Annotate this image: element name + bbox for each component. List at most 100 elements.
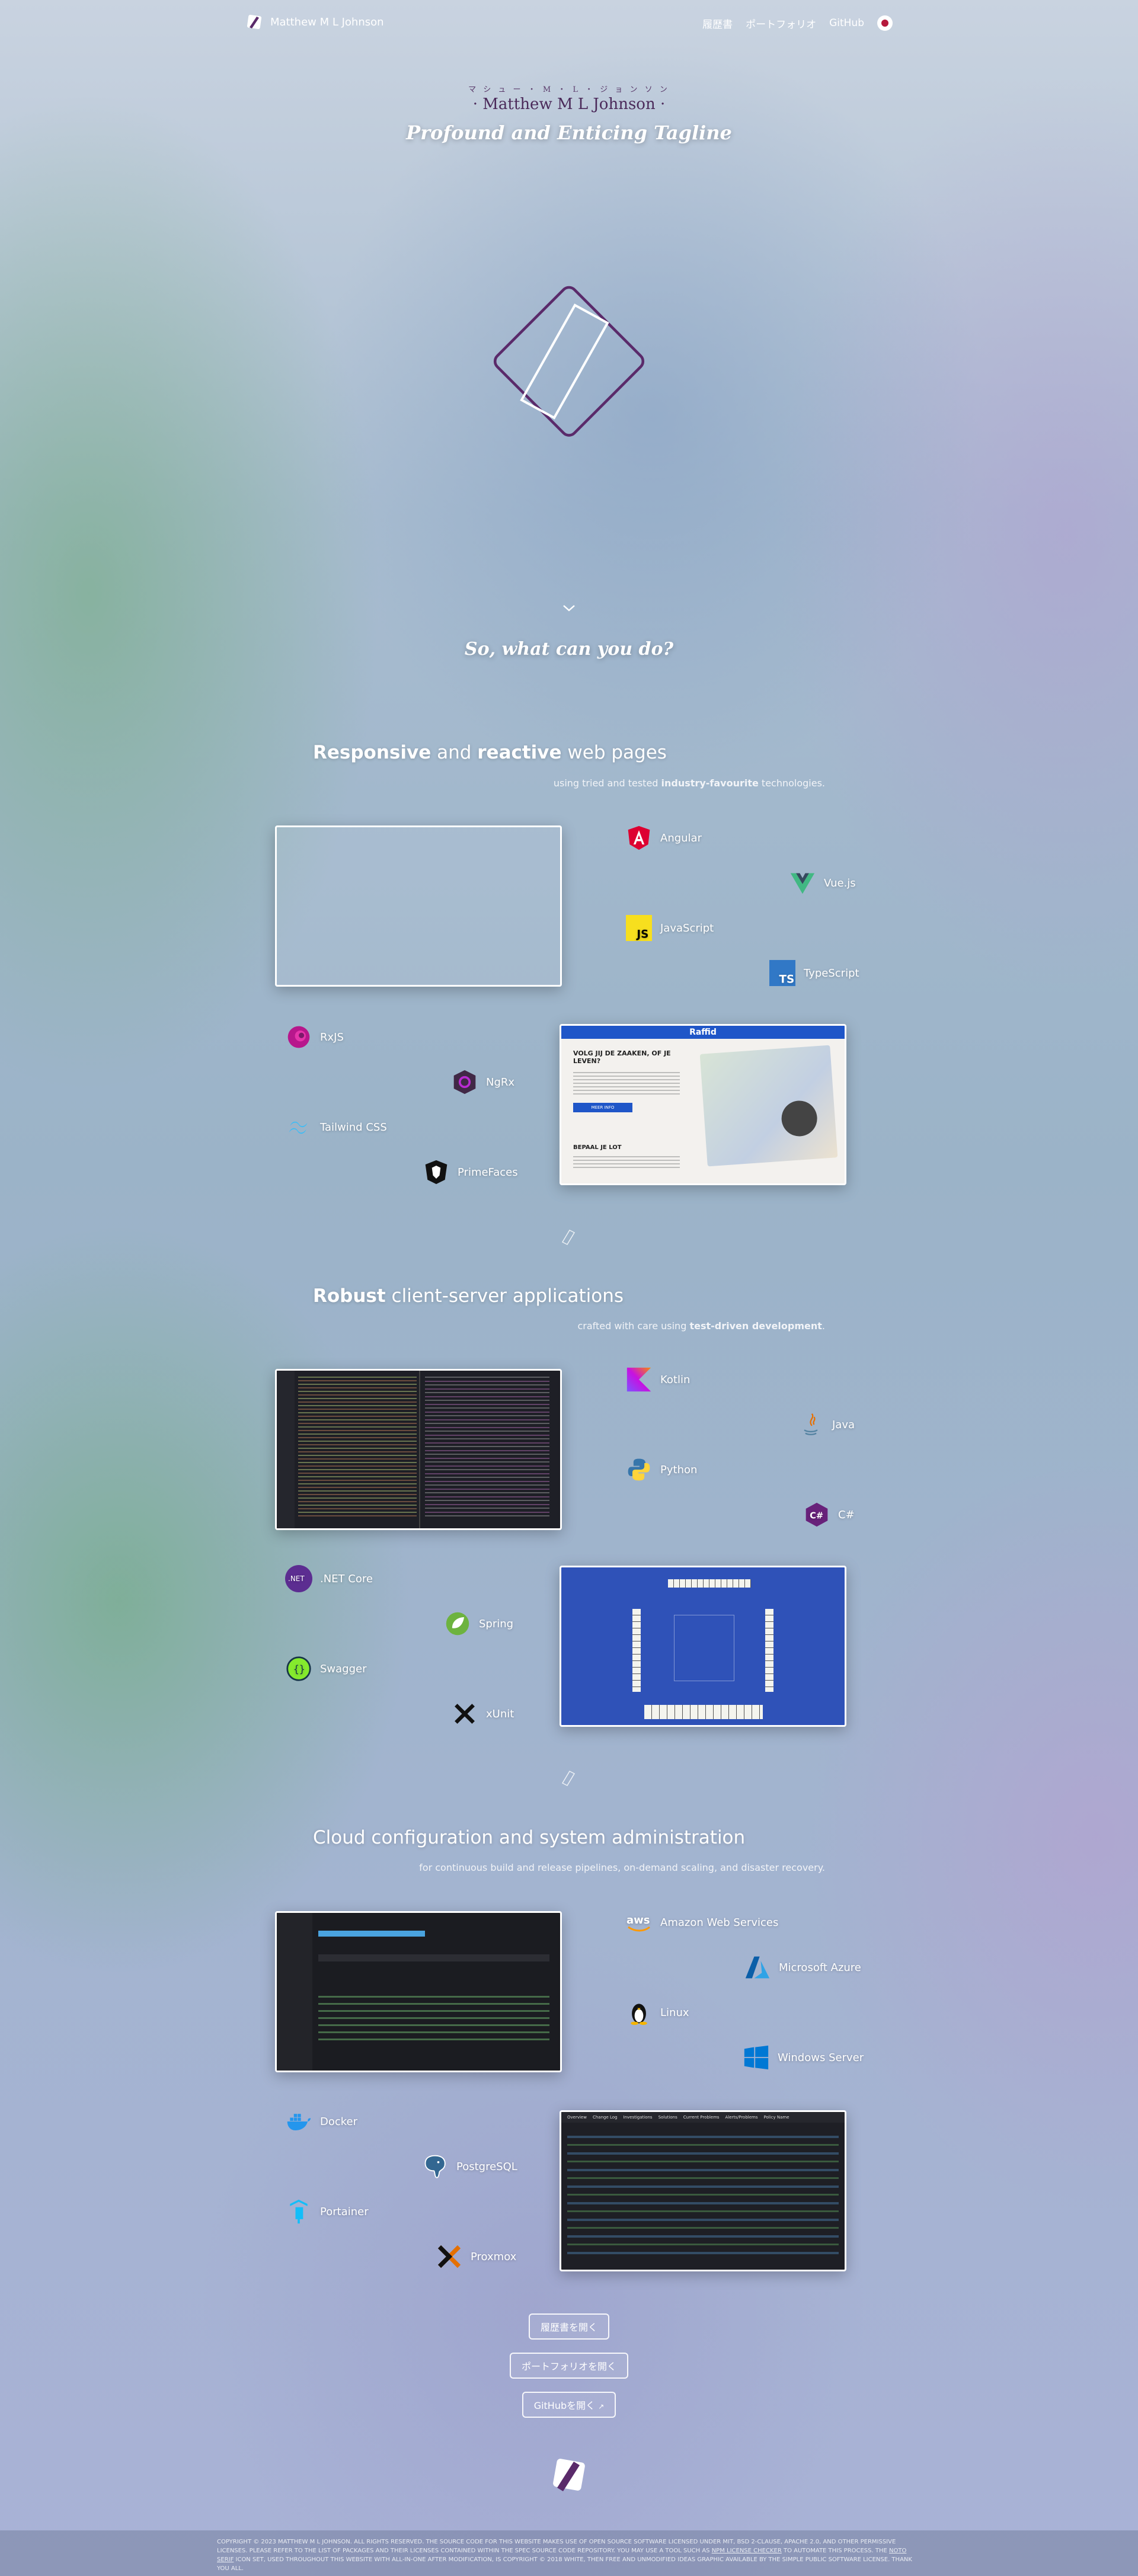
angular-icon: [625, 824, 653, 852]
primefaces-icon: [422, 1158, 450, 1186]
raffid-screenshot[interactable]: Raffid VOLG JIJ DE ZAAKEN, OF JE LEVEN? …: [560, 1024, 846, 1185]
code-editor-screenshot[interactable]: [275, 1369, 562, 1530]
raffid-cta-button[interactable]: MEER INFO: [573, 1103, 632, 1112]
linux-tux-icon: [625, 1998, 653, 2027]
cloud-dashboard-screenshot[interactable]: [275, 1911, 562, 2072]
section-question: So, what can you do?: [464, 639, 674, 660]
tech-aws: aws Amazon Web Services: [625, 1908, 778, 1937]
raffid-heading-2: BEPAAL JE LOT: [573, 1144, 622, 1151]
screenshot-placeholder[interactable]: [275, 825, 562, 987]
tailwind-icon: [284, 1113, 313, 1141]
hero: マ シ ュ ー ・ M ・ L ・ ジ ョ ン ソ ン · Matthew M …: [0, 83, 1138, 144]
nav-link-github[interactable]: GitHub: [829, 17, 864, 29]
hero-logo-icon: [493, 286, 645, 437]
divider-logo-icon: [561, 1230, 576, 1245]
tech-windows-server: Windows Server: [742, 2043, 864, 2072]
portainer-icon: [284, 2197, 313, 2226]
tech-xunit: xUnit: [450, 1700, 514, 1728]
python-icon: [625, 1455, 653, 1484]
license-checker-link[interactable]: NPM LICENSE CHECKER: [712, 2548, 782, 2554]
tech-dotnet-core: .NET .NET Core: [284, 1564, 373, 1593]
section-title-web: Responsive and reactive web pages: [313, 742, 667, 763]
mahjong-screenshot[interactable]: [560, 1566, 846, 1727]
typescript-icon: TS: [768, 959, 797, 987]
svg-text:C#: C#: [810, 1511, 823, 1521]
tech-ngrx: NgRx: [450, 1068, 514, 1096]
tech-rxjs: RxJS: [284, 1023, 344, 1051]
raffid-passport-image: [699, 1045, 838, 1167]
xunit-icon: [450, 1700, 479, 1728]
dotnet-icon: .NET: [284, 1564, 313, 1593]
svg-text:{}: {}: [293, 1663, 305, 1675]
tech-primefaces: PrimeFaces: [422, 1158, 518, 1186]
raffid-logo: Raffid: [561, 1026, 845, 1039]
swagger-icon: {}: [284, 1655, 313, 1683]
brand-name: Matthew M L Johnson: [270, 15, 384, 28]
svg-text:aws: aws: [626, 1914, 650, 1927]
javascript-icon: JS: [625, 914, 653, 942]
csharp-icon: C#: [803, 1500, 831, 1529]
svg-text:.NET: .NET: [288, 1575, 305, 1583]
open-github-button[interactable]: GitHubを開く ↗: [522, 2392, 616, 2418]
tech-proxmox: Proxmox: [435, 2242, 516, 2271]
vue-icon: [788, 869, 817, 897]
open-portfolio-button-wrap: ポートフォリオを開く: [0, 2353, 1138, 2379]
tech-postgresql: PostgreSQL: [421, 2152, 517, 2181]
raffid-heading: VOLG JIJ DE ZAAKEN, OF JE LEVEN?: [573, 1049, 671, 1065]
tech-javascript: JS JavaScript: [625, 914, 714, 942]
tech-azure: Microsoft Azure: [743, 1953, 861, 1982]
tech-kotlin: Kotlin: [625, 1365, 690, 1394]
external-link-icon: ↗: [598, 2402, 605, 2411]
open-resume-button[interactable]: 履歴書を開く: [528, 2313, 609, 2340]
open-resume-button-wrap: 履歴書を開く: [0, 2313, 1138, 2340]
tech-python: Python: [625, 1455, 697, 1484]
open-github-button-wrap: GitHubを開く ↗: [0, 2392, 1138, 2418]
section-subtitle-cloud: for continuous build and release pipelin…: [419, 1862, 825, 1873]
ngrx-icon: [450, 1068, 479, 1096]
docker-icon: [284, 2107, 313, 2136]
section-subtitle-web: using tried and tested industry-favourit…: [553, 777, 825, 789]
tech-tailwind: Tailwind CSS: [284, 1113, 387, 1141]
nav-link-resume[interactable]: 履歴書: [702, 16, 733, 31]
rxjs-icon: [284, 1023, 313, 1051]
spring-icon: [443, 1609, 472, 1638]
svg-text:TS: TS: [779, 974, 795, 986]
footer-copyright: COPYRIGHT © 2023 MATTHEW M L JOHNSON. AL…: [217, 2539, 912, 2572]
tech-spring: Spring: [443, 1609, 513, 1638]
open-portfolio-button[interactable]: ポートフォリオを開く: [509, 2353, 628, 2379]
java-icon: [797, 1410, 825, 1439]
tech-vue: Vue.js: [788, 869, 856, 897]
language-flag-icon[interactable]: [877, 15, 893, 31]
scroll-down-chevron-icon[interactable]: [562, 603, 576, 613]
nav-link-portfolio[interactable]: ポートフォリオ: [746, 16, 816, 31]
section-title-cloud: Cloud configuration and system administr…: [313, 1827, 746, 1848]
tech-linux: Linux: [625, 1998, 689, 2027]
pipeline-tabs: Overview Change Log Investigations Solution…: [561, 2112, 845, 2123]
name-furigana: マ シ ュ ー ・ M ・ L ・ ジ ョ ン ソ ン: [468, 85, 670, 94]
hero-tagline: Profound and Enticing Tagline: [406, 121, 732, 144]
aws-icon: aws: [625, 1908, 653, 1937]
tech-java: Java: [797, 1410, 855, 1439]
tech-csharp: C# C#: [803, 1500, 855, 1529]
kotlin-icon: [625, 1365, 653, 1394]
footer-logo-icon: [553, 2459, 585, 2491]
top-nav: Matthew M L Johnson 履歴書 ポートフォリオ GitHub: [0, 13, 1138, 37]
proxmox-icon: [435, 2242, 463, 2271]
tech-angular: Angular: [625, 824, 702, 852]
brand-link[interactable]: Matthew M L Johnson: [245, 13, 384, 31]
divider-logo-icon: [561, 1771, 576, 1786]
svg-text:JS: JS: [635, 929, 648, 941]
windows-icon: [742, 2043, 771, 2072]
postgresql-icon: [421, 2152, 449, 2181]
tech-typescript: TS TypeScript: [768, 959, 859, 987]
site-logo-icon: [247, 14, 262, 30]
section-title-client-server: Robust client-server applications: [313, 1285, 624, 1307]
hero-name: · Matthew M L Johnson ·: [472, 95, 666, 113]
section-subtitle-client-server: crafted with care using test-driven deve…: [577, 1320, 825, 1332]
tech-swagger: {} Swagger: [284, 1655, 367, 1683]
azure-icon: [743, 1953, 772, 1982]
tech-portainer: Portainer: [284, 2197, 369, 2226]
pipeline-table-screenshot[interactable]: Overview Change Log Investigations Solution…: [560, 2110, 846, 2271]
tech-docker: Docker: [284, 2107, 357, 2136]
footer: COPYRIGHT © 2023 MATTHEW M L JOHNSON. AL…: [0, 2530, 1138, 2576]
